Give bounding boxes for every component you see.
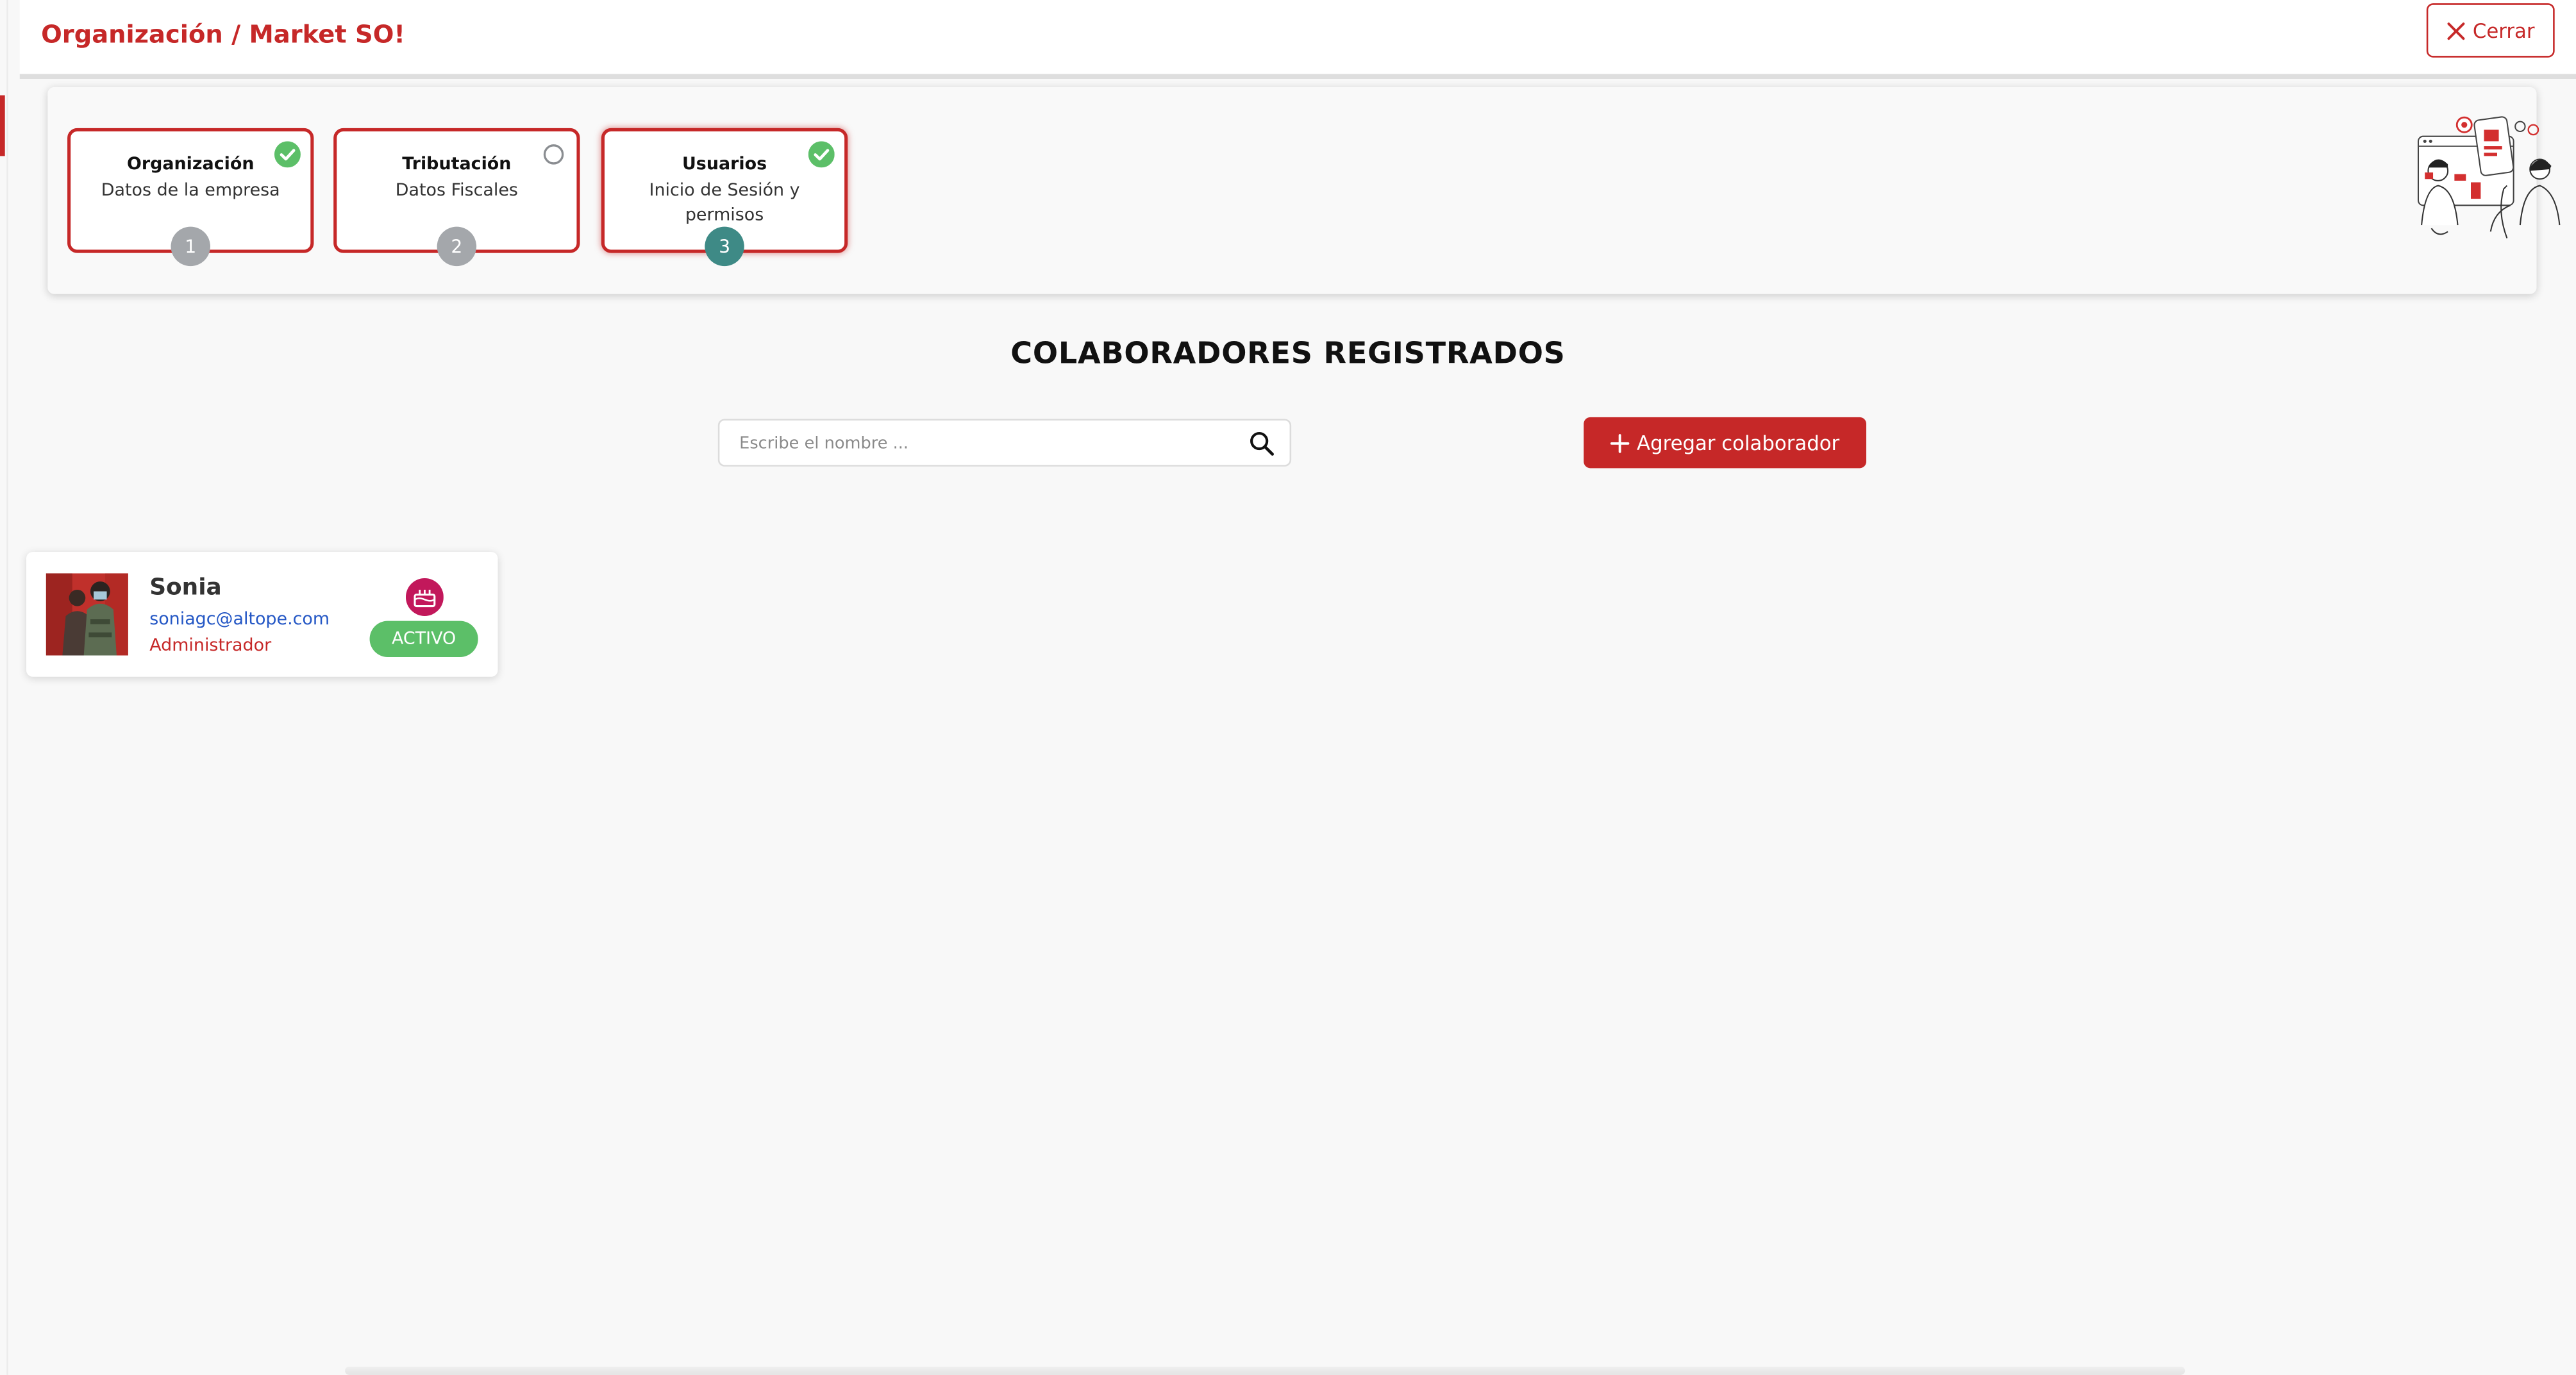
check-circle-icon bbox=[274, 141, 301, 168]
left-divider bbox=[6, 0, 8, 1375]
plus-icon bbox=[1610, 433, 1630, 453]
user-card[interactable]: Sonia soniagc@altope.com Administrador A… bbox=[26, 552, 498, 677]
avatar bbox=[46, 573, 128, 656]
step-tributacion[interactable]: Tributación Datos Fiscales 2 bbox=[333, 128, 580, 267]
search-input[interactable] bbox=[736, 427, 1235, 462]
close-button-label: Cerrar bbox=[2472, 19, 2535, 42]
section-title: COLABORADORES REGISTRADOS bbox=[1010, 337, 1566, 372]
page-root: Organización / Market SO! Cerrar Organiz… bbox=[0, 0, 2576, 1375]
step-number: 1 bbox=[171, 226, 210, 267]
step-subtitle: Datos Fiscales bbox=[395, 180, 518, 201]
cake-icon bbox=[405, 578, 444, 616]
sidebar-toggle-tab[interactable] bbox=[0, 95, 5, 156]
status-badge: ACTIVO bbox=[369, 621, 478, 657]
step-organizacion[interactable]: Organización Datos de la empresa 1 bbox=[67, 128, 314, 267]
step-usuarios[interactable]: Usuarios Inicio de Sesión y permisos 3 bbox=[601, 128, 848, 267]
bottom-divider bbox=[345, 1367, 2186, 1375]
steps-panel: Organización Datos de la empresa 1 Tribu… bbox=[47, 87, 2561, 294]
close-button[interactable]: Cerrar bbox=[2426, 3, 2555, 58]
step-subtitle: Datos de la empresa bbox=[101, 180, 280, 201]
empty-circle-icon bbox=[543, 144, 564, 165]
team-illustration bbox=[2417, 116, 2561, 238]
step-number: 3 bbox=[705, 226, 744, 267]
check-circle-icon bbox=[808, 141, 835, 168]
header-bar: Organización / Market SO! Cerrar bbox=[19, 0, 2576, 79]
user-email[interactable]: soniagc@altope.com bbox=[149, 610, 330, 629]
add-collaborator-button[interactable]: Agregar colaborador bbox=[1584, 417, 1866, 469]
step-subtitle: Inicio de Sesión y permisos bbox=[649, 180, 800, 226]
search-box bbox=[717, 419, 1292, 467]
user-name: Sonia bbox=[149, 574, 222, 601]
search-icon[interactable] bbox=[1249, 430, 1275, 456]
step-number: 2 bbox=[437, 226, 477, 267]
page-title: Organización / Market SO! bbox=[41, 19, 405, 49]
add-collaborator-label: Agregar colaborador bbox=[1637, 431, 1840, 454]
close-icon bbox=[2447, 21, 2465, 39]
user-role: Administrador bbox=[149, 635, 272, 656]
